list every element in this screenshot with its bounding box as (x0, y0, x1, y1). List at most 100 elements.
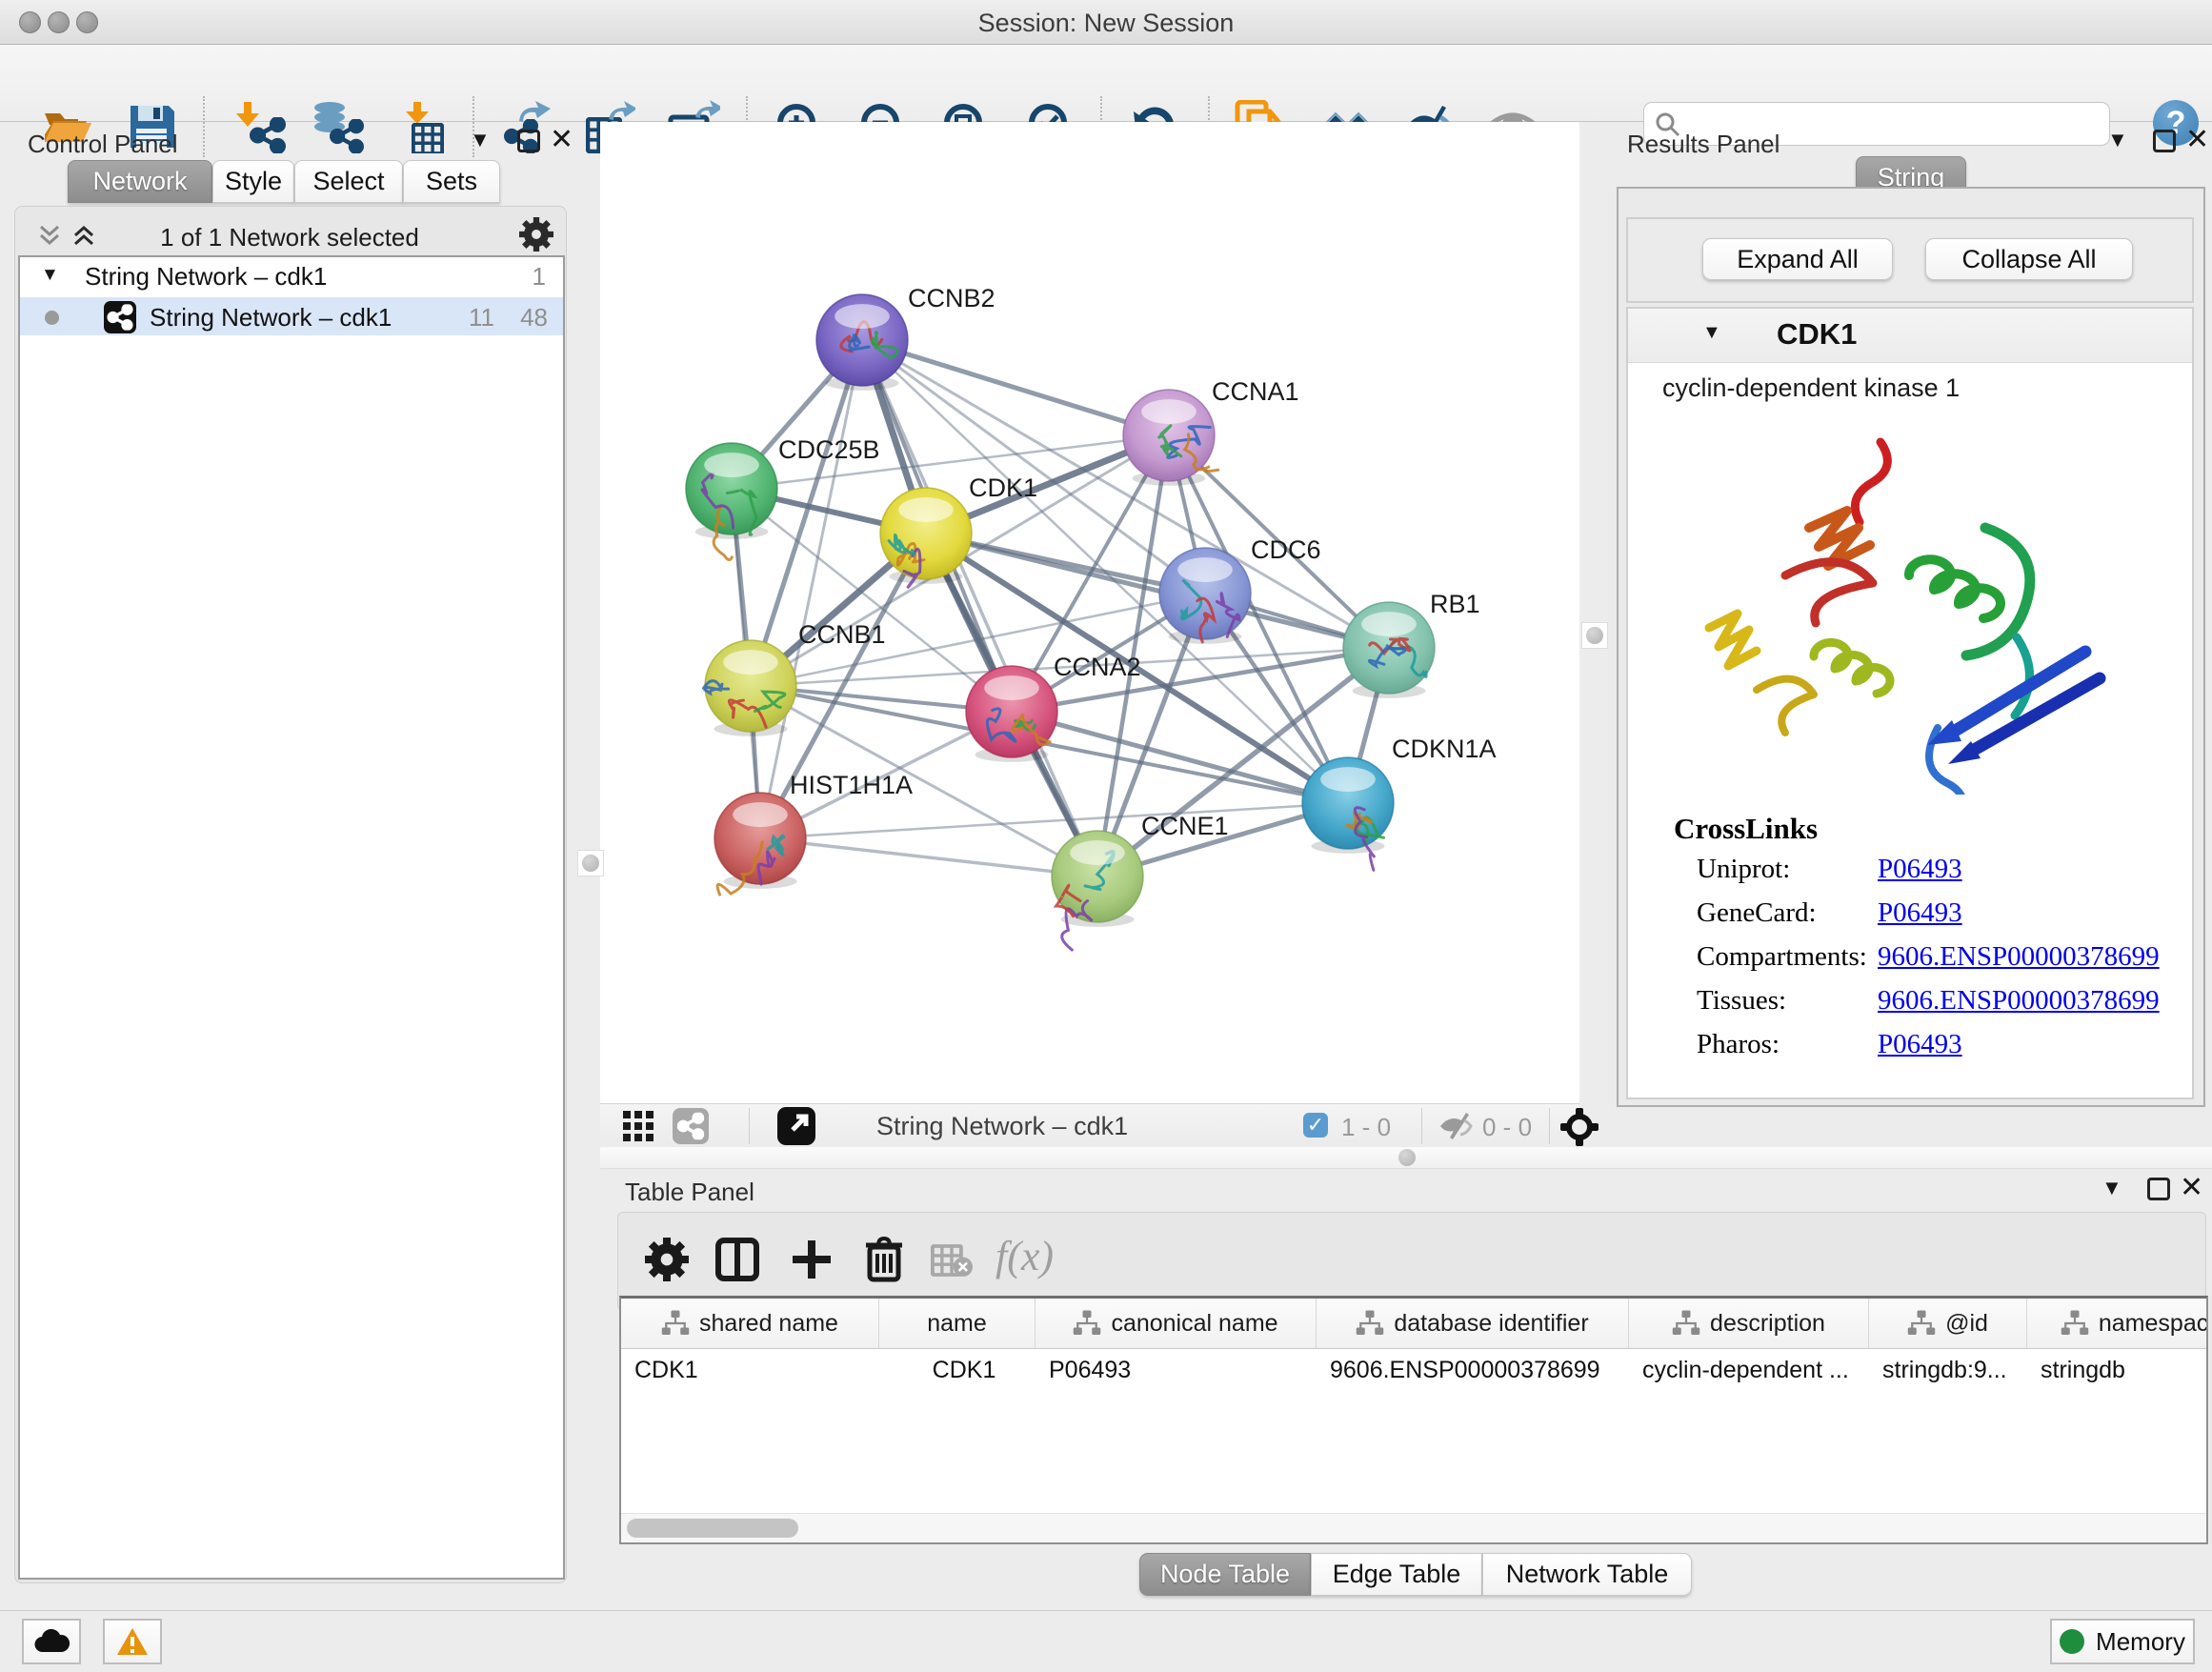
net-toolbar-separator (1549, 1108, 1550, 1144)
protein-collapse-icon[interactable]: ▼ (1702, 322, 1721, 344)
shared-column-icon (1073, 1309, 1101, 1338)
control-panel-float-icon[interactable] (517, 130, 540, 152)
tab-select[interactable]: Select (294, 160, 403, 203)
crosslink-link[interactable]: P06493 (1878, 897, 1962, 929)
table-cell[interactable]: P06493 (1036, 1349, 1317, 1391)
crosslink-link[interactable]: P06493 (1878, 1029, 1962, 1060)
table-hscrollbar-thumb[interactable] (627, 1519, 798, 1538)
network-node-RB1[interactable] (1343, 602, 1435, 698)
memory-button[interactable]: Memory (2050, 1619, 2195, 1664)
table-tabs: Node TableEdge TableNetwork Table (1139, 1553, 1692, 1596)
tab-node-table[interactable]: Node Table (1139, 1553, 1311, 1596)
table-row[interactable]: CDK1CDK1P064939606.ENSP00000378699cyclin… (621, 1349, 2206, 1391)
node-label-CDK1: CDK1 (969, 473, 1037, 502)
crosslinks-heading: CrossLinks (1674, 812, 1818, 846)
cloud-status-button[interactable] (22, 1619, 81, 1664)
table-hscrollbar[interactable] (621, 1513, 2206, 1542)
table-panel-float-icon[interactable] (2147, 1178, 2170, 1200)
network-node-CCNA1[interactable] (1123, 390, 1218, 486)
table-panel-close-icon[interactable]: ✕ (2180, 1176, 2203, 1200)
network-node-CDK1[interactable] (880, 488, 972, 588)
column-header-id[interactable]: @id (1869, 1299, 2027, 1348)
selected-count: 1 - 0 (1341, 1113, 1391, 1142)
protein-name: CDK1 (1777, 317, 1857, 352)
tab-edge-table[interactable]: Edge Table (1311, 1553, 1482, 1596)
network-edge-CDKN1A-HIST1H1A[interactable] (760, 803, 1348, 838)
network-options-gear-icon[interactable] (519, 217, 553, 256)
open-in-window-icon[interactable] (777, 1107, 815, 1145)
crosslink-label: GeneCard: (1697, 897, 1817, 928)
table-cell[interactable]: CDK1 (879, 1349, 1036, 1391)
show-columns-icon[interactable] (714, 1236, 761, 1288)
network-edge-CCNB2-CCNA1[interactable] (862, 340, 1169, 435)
node-label-CCNE1: CCNE1 (1141, 812, 1229, 840)
collection-expand-icon[interactable]: ▼ (41, 265, 59, 286)
selected-nodes-checkbox-icon[interactable]: ✓ (1303, 1113, 1328, 1138)
network-node-CDC6[interactable] (1159, 548, 1251, 644)
network-canvas[interactable]: CCNB2CCNA1CDC25BCDK1CDC6RB1CCNB1CCNA2CDK… (600, 122, 1579, 1103)
results-panel-float-icon[interactable] (2153, 130, 2176, 152)
network-row-selected[interactable]: String Network – cdk1 11 48 (20, 297, 563, 335)
table-cell[interactable]: CDK1 (621, 1349, 879, 1391)
network-node-CDKN1A[interactable] (1302, 757, 1394, 870)
protein-card-header[interactable]: ▼ CDK1 (1628, 309, 2192, 363)
crosslink-link[interactable]: 9606.ENSP00000378699 (1878, 941, 2160, 973)
crosslink-link[interactable]: P06493 (1878, 854, 1962, 885)
network-node-HIST1H1A[interactable] (714, 793, 806, 895)
grid-view-icon[interactable] (623, 1111, 655, 1146)
column-header-sharedname[interactable]: shared name (621, 1299, 879, 1348)
column-header-description[interactable]: description (1629, 1299, 1869, 1348)
table-cell[interactable]: 9606.ENSP00000378699 (1317, 1349, 1629, 1391)
network-edge-count: 48 (520, 303, 548, 332)
network-name: String Network – cdk1 (150, 303, 392, 332)
status-bar: Memory (0, 1610, 2212, 1672)
network-collection-row[interactable]: ▼ String Network – cdk1 1 (20, 257, 563, 297)
tab-style[interactable]: Style (212, 160, 294, 203)
tab-network-table[interactable]: Network Table (1482, 1553, 1692, 1596)
window-title: Session: New Session (0, 9, 2212, 38)
collection-name: String Network – cdk1 (85, 262, 327, 292)
network-share-view-icon[interactable] (673, 1108, 709, 1144)
network-selected-status: 1 of 1 Network selected (14, 223, 565, 252)
column-header-namespace[interactable]: namespace (2027, 1299, 2208, 1348)
birdseye-crosshair-icon[interactable] (1560, 1108, 1599, 1151)
column-header-label: canonical name (1111, 1310, 1277, 1338)
left-splitter-handle[interactable] (577, 850, 604, 876)
results-panel-menu-icon[interactable]: ▼ (2107, 128, 2128, 152)
tab-sets[interactable]: Sets (403, 160, 500, 203)
network-node-CCNE1[interactable] (1052, 831, 1143, 950)
column-header-label: shared name (699, 1310, 838, 1338)
expand-all-button[interactable]: Expand All (1702, 238, 1893, 280)
crosslink-link[interactable]: 9606.ENSP00000378699 (1878, 985, 2160, 1017)
network-node-CCNA2[interactable] (966, 666, 1057, 762)
warnings-button[interactable] (103, 1619, 162, 1664)
column-header-label: database identifier (1394, 1310, 1588, 1338)
column-header-databaseidentifier[interactable]: database identifier (1317, 1299, 1629, 1348)
create-column-icon[interactable] (788, 1236, 835, 1288)
table-cell[interactable]: stringdb (2027, 1349, 2208, 1391)
table-settings-gear-icon[interactable] (645, 1238, 689, 1286)
right-splitter-handle[interactable] (1581, 622, 1608, 649)
network-node-CCNB1[interactable] (703, 640, 796, 736)
control-panel-menu-icon[interactable]: ▼ (470, 128, 491, 152)
results-panel-close-icon[interactable]: ✕ (2185, 128, 2209, 152)
delete-column-trash-icon[interactable] (860, 1234, 908, 1288)
horizontal-splitter-dot[interactable] (1398, 1149, 1416, 1166)
table-panel-menu-icon[interactable]: ▼ (2101, 1176, 2122, 1200)
table-cell[interactable]: stringdb:9... (1869, 1349, 2027, 1391)
hidden-eye-slash-icon (1438, 1112, 1473, 1145)
network-edge-CCNB2-HIST1H1A[interactable] (760, 340, 862, 838)
title-bar: Session: New Session (0, 0, 2212, 45)
table-cell[interactable]: cyclin-dependent ... (1629, 1349, 1869, 1391)
network-edge-HIST1H1A-CCNE1[interactable] (760, 838, 1097, 876)
control-panel-tabs: NetworkStyleSelectSets (68, 160, 500, 203)
column-header-canonicalname[interactable]: canonical name (1036, 1299, 1317, 1348)
control-panel-close-icon[interactable]: ✕ (550, 128, 573, 152)
warning-icon (116, 1627, 149, 1656)
horizontal-splitter[interactable] (600, 1147, 2212, 1169)
network-node-CDC25B[interactable] (686, 443, 777, 560)
collection-count: 1 (533, 262, 546, 292)
tab-network[interactable]: Network (68, 160, 212, 203)
column-header-name[interactable]: name (879, 1299, 1036, 1348)
collapse-all-button[interactable]: Collapse All (1925, 238, 2133, 280)
